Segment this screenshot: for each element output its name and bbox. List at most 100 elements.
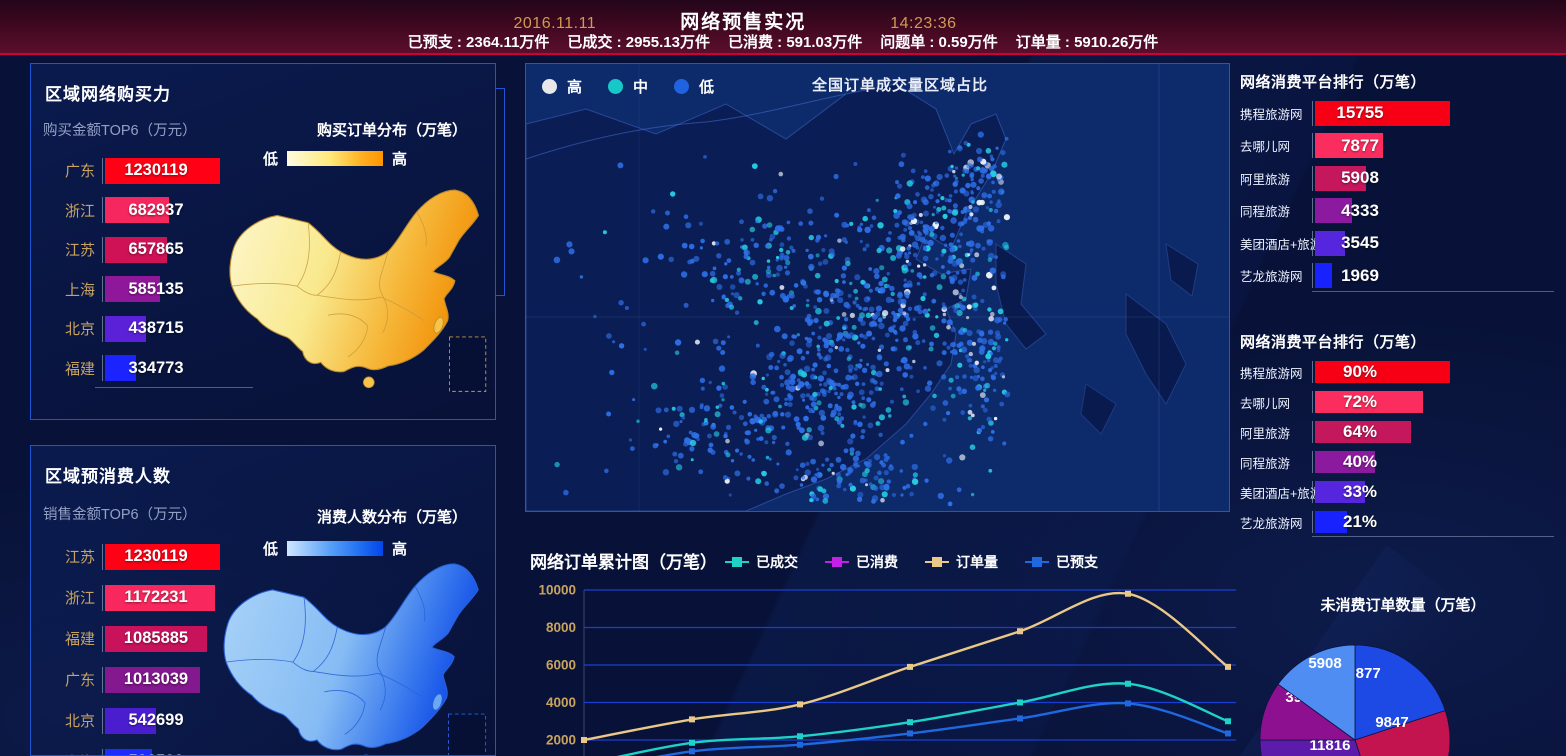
bar-row: 携程旅游网15755 [1240,97,1560,130]
series-marker-consumed [825,561,849,563]
bar-row: 去哪儿网7877 [1240,130,1560,163]
bar-value: 7877 [1315,133,1405,158]
bar-label: 携程旅游网 [1240,363,1312,382]
bar-row: 艺龙旅游网1969 [1240,260,1560,293]
bar-value: 33% [1315,481,1405,503]
legend-item[interactable]: 已消费 [825,552,898,572]
platform-percent-bar-list: 携程旅游网90%去哪儿网72%阿里旅游64%同程旅游40%美团酒店+旅游33%艺… [1240,357,1560,537]
bar-label: 同程旅游 [1240,201,1312,220]
bar-value: 1969 [1315,263,1405,288]
bar-value: 1013039 [105,667,207,693]
bar-label: 北京 [39,318,102,339]
china-map-yellow [221,164,493,412]
line-chart-title: 网络订单累计图（万笔） [530,548,717,573]
bar-label: 去哪儿网 [1240,136,1312,155]
bar-value: 72% [1315,391,1405,413]
bar-label: 江苏 [39,546,102,567]
bar-label: 福建 [39,628,102,649]
svg-text:2000: 2000 [546,733,576,748]
bar-track: 33% [1312,481,1560,503]
legend-item[interactable]: 订单量 [925,552,998,572]
bar-value: 542699 [105,708,207,734]
bar-row: 同程旅游40% [1240,447,1560,477]
bar-value: 682937 [105,197,207,223]
bar-track: 21% [1312,511,1560,533]
legend-item[interactable]: 已预支 [1025,552,1098,572]
bar-row: 艺龙旅游网21% [1240,507,1560,537]
bar-value: 64% [1315,421,1405,443]
legend-dot-high [542,79,557,94]
panel-national-order-map: 高 中 低 全国订单成交量区域占比 [525,63,1230,512]
scatter-map [526,64,1229,511]
bar-track: 5908 [1312,166,1560,191]
bar-track: 72% [1312,391,1560,413]
panel-title: 区域预消费人数 [45,462,171,487]
bar-track: 3545 [1312,231,1560,256]
bar-row: 阿里旅游5908 [1240,162,1560,195]
bar-value: 657865 [105,237,207,263]
legend-label: 已预支 [1056,552,1098,572]
bar-label: 北京 [39,710,102,731]
panel-pre-consumption: 区域预消费人数 销售金额TOP6（万元） 消费人数分布（万笔） 低 高 江苏12… [30,445,496,756]
stat-item: 订单量 : 5910.26万件 [1016,34,1159,51]
bar-row: 同程旅游4333 [1240,195,1560,228]
bar-value: 5908 [1315,166,1405,191]
svg-text:10000: 10000 [538,583,576,598]
bar-track: 90% [1312,361,1560,383]
legend-label-mid: 中 [633,76,648,97]
bar-value: 585135 [105,276,207,302]
stat-item: 已成交 : 2955.13万件 [567,34,710,51]
bar-label: 美团酒店+旅游 [1240,483,1312,502]
panel-cumulative-orders: 网络订单累计图（万笔） 已成交 已消费 订单量 已预支 100008000600… [520,540,1242,756]
panel-platform-ranking-2: 网络消费平台排行（万笔） 携程旅游网90%去哪儿网72%阿里旅游64%同程旅游4… [1240,325,1566,540]
series-marker-deal [725,561,749,563]
bar-track: 40% [1312,451,1560,473]
stat-item: 已消费 : 591.03万件 [728,34,862,51]
legend-item[interactable]: 已成交 [725,552,798,572]
bar-row: 美团酒店+旅游33% [1240,477,1560,507]
bar-track: 64% [1312,421,1560,443]
bar-label: 去哪儿网 [1240,393,1312,412]
bar-value: 438715 [105,316,207,342]
bar-chart-subtitle: 购买金额TOP6（万元） [43,119,197,140]
legend-label: 已成交 [756,552,798,572]
bar-value: 506520 [105,749,207,756]
bar-value: 21% [1315,511,1405,533]
svg-text:4000: 4000 [546,695,576,710]
bar-label: 浙江 [39,587,102,608]
bar-label: 广东 [39,669,102,690]
svg-text:8000: 8000 [546,620,576,635]
bar-value: 1085885 [105,626,207,652]
bar-row: 阿里旅游64% [1240,417,1560,447]
bar-label: 浙江 [39,200,102,221]
map-title: 全国订单成交量区域占比 [812,74,988,95]
legend-dot-mid [608,79,623,94]
bar-value: 3545 [1315,231,1405,256]
bar-label: 阿里旅游 [1240,169,1312,188]
bar-chart-subtitle: 销售金额TOP6（万元） [43,503,197,524]
bar-value: 90% [1315,361,1405,383]
legend-label-low: 低 [699,76,714,97]
map-subtitle: 购买订单分布（万笔） [287,119,497,140]
bar-track: 4333 [1312,198,1560,223]
stat-item: 已预支 : 2364.11万件 [408,34,550,51]
legend-label-high: 高 [567,76,582,97]
bar-label: 阿里旅游 [1240,423,1312,442]
bar-label: 福建 [39,358,102,379]
line-chart: 100008000600040002000 [520,576,1242,756]
bar-label: 同程旅游 [1240,453,1312,472]
line-chart-legend: 已成交 已消费 订单量 已预支 [725,552,1098,572]
legend-label: 已消费 [856,552,898,572]
bar-track: 7877 [1312,133,1560,158]
bar-value: 1172231 [105,585,207,611]
panel-platform-ranking-1: 网络消费平台排行（万笔） 携程旅游网15755去哪儿网7877阿里旅游5908同… [1240,63,1566,313]
bar-track: 1969 [1312,263,1560,288]
series-marker-prepaid [1025,561,1049,563]
bar-label: 江苏 [39,239,102,260]
bar-row: 美团酒店+旅游3545 [1240,227,1560,260]
south-sea-inset [449,337,485,391]
platform-bar-list: 携程旅游网15755去哪儿网7877阿里旅游5908同程旅游4333美团酒店+旅… [1240,97,1560,292]
panel-title: 区域网络购买力 [45,80,171,105]
bar-value: 4333 [1315,198,1405,223]
page-title: 网络预售实况 [680,7,806,34]
